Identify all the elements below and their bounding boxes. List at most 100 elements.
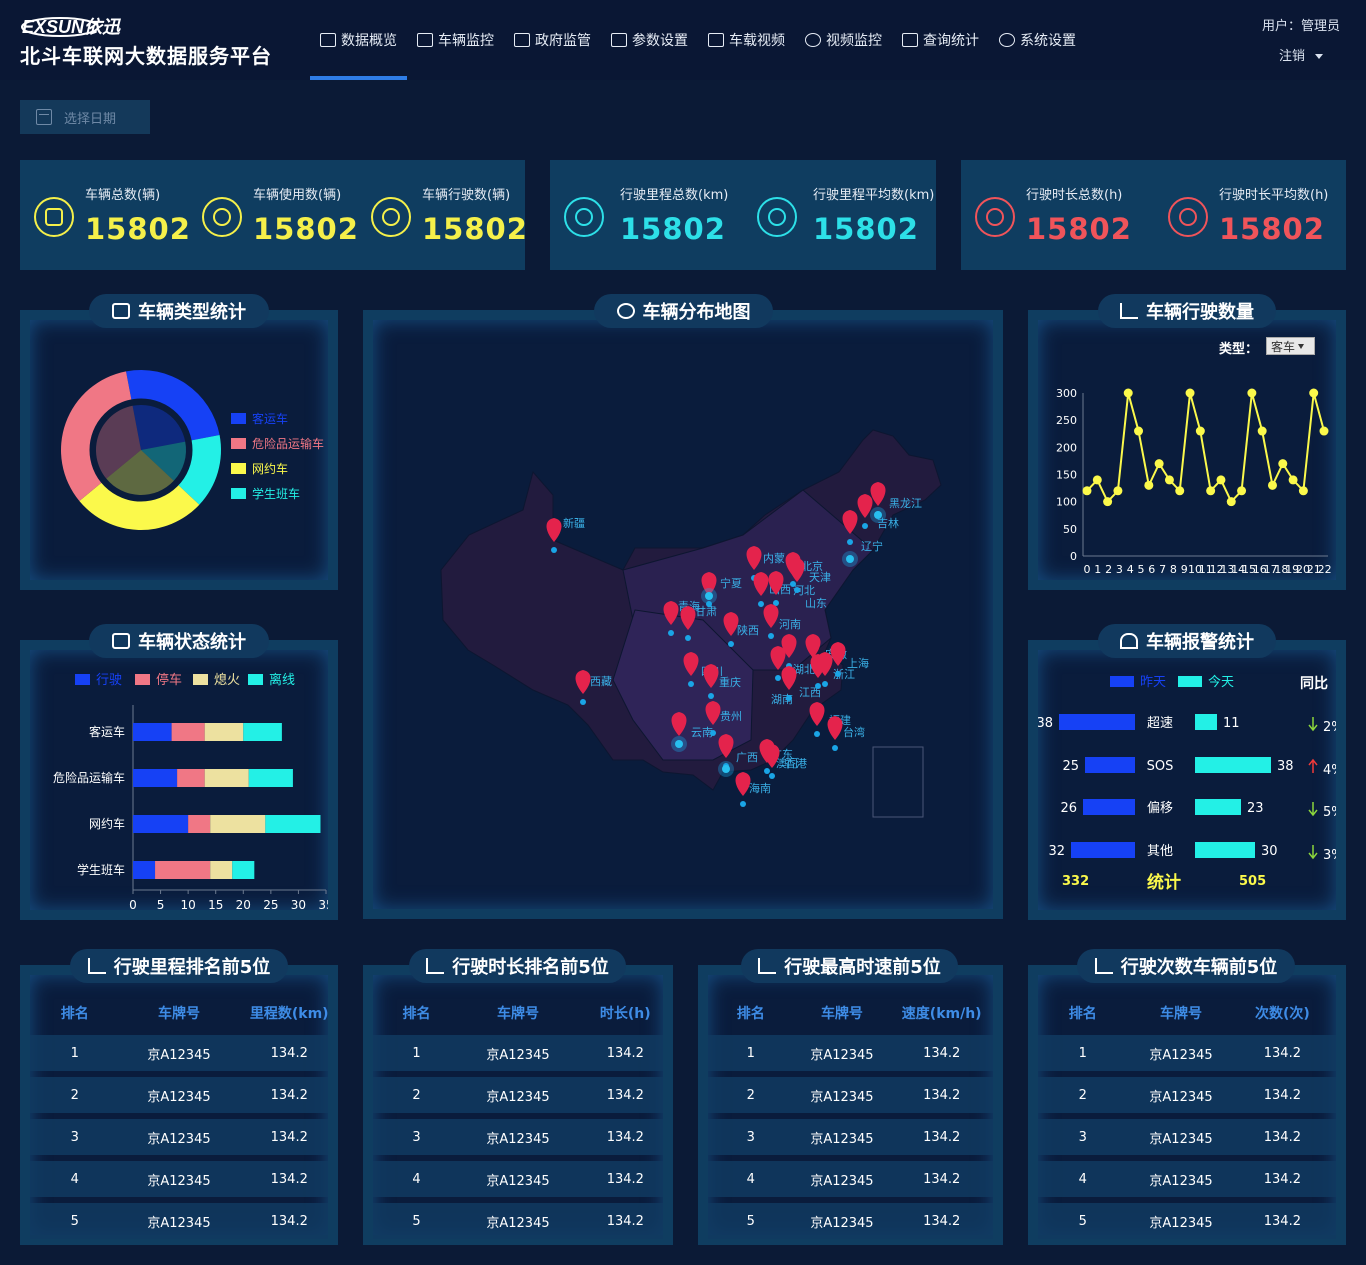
legend-label: 网约车	[252, 462, 289, 476]
stat-item: 行驶时长平均数(h) 15802	[961, 160, 1346, 270]
data-point	[1237, 486, 1247, 496]
table-row[interactable]: 3 京A12345 134.2	[1038, 1119, 1336, 1155]
user-label: 用户：管理员	[1262, 19, 1341, 34]
map-label: 上海	[847, 656, 869, 670]
bar-行驶	[133, 861, 156, 879]
table-row[interactable]: 1 京A12345 134.2	[1038, 1035, 1336, 1071]
table-row[interactable]: 3 京A12345 134.2	[30, 1119, 328, 1155]
stat-label: 行驶时长平均数(h)	[1219, 188, 1329, 203]
table-cell: 134.2	[270, 1045, 308, 1061]
table-row[interactable]: 1 京A12345 134.2	[30, 1035, 328, 1071]
y-tick-label: 100	[1056, 496, 1077, 509]
map-label: 黑龙江	[889, 497, 922, 510]
map-ripple-core	[675, 740, 683, 748]
legend-swatch	[193, 674, 208, 685]
south-sea-inset	[872, 746, 924, 818]
table-cell: 134.2	[606, 1045, 644, 1061]
x-tick-label: 8	[1170, 563, 1177, 576]
legend-label: 今天	[1208, 674, 1234, 690]
icon-glyph	[1179, 208, 1197, 226]
bar-熄火	[210, 861, 233, 879]
table-row[interactable]: 2 京A12345 134.2	[373, 1077, 663, 1113]
table-cell: 京A12345	[1149, 1173, 1213, 1189]
nav-item-4[interactable]: 车载视频	[698, 0, 795, 80]
map-dot	[580, 699, 586, 705]
calendar-icon	[36, 109, 52, 125]
total-label: 统计	[1147, 872, 1181, 893]
table-row[interactable]: 2 京A12345 134.2	[708, 1077, 993, 1113]
value-yesterday: 25	[1062, 759, 1079, 774]
y-tick-label: 300	[1056, 387, 1077, 400]
table-row[interactable]: 1 京A12345 134.2	[708, 1035, 993, 1071]
data-point	[1113, 486, 1123, 496]
table-row[interactable]: 3 京A12345 134.2	[708, 1119, 993, 1155]
table-row[interactable]: 5 京A12345 134.2	[1038, 1203, 1336, 1239]
column-header: 车牌号	[497, 1006, 539, 1022]
vehicle-status-bar-chart: 行驶 停车 熄火 离线 0 5 10 15 20 25 30 35 客运车危险品运输车网约车学生班车	[53, 672, 334, 912]
nav-item-2[interactable]: 政府监管	[504, 0, 601, 80]
table-row[interactable]: 1 京A12345 134.2	[373, 1035, 663, 1071]
bar-停车	[188, 815, 211, 833]
ranking-table: 排名 车牌号 里程数(km) 1 京A12345 134.2 2 京A12345 134.2 3 京…	[30, 995, 329, 1245]
table-row[interactable]: 3 京A12345 134.2	[373, 1119, 663, 1155]
table-row[interactable]: 4 京A12345 134.2	[1038, 1161, 1336, 1197]
icon-glyph	[768, 208, 786, 226]
legend-swatch	[75, 674, 90, 685]
nav-item-6[interactable]: 查询统计	[892, 0, 989, 80]
table-cell: 4	[1078, 1171, 1087, 1187]
nav-item-1[interactable]: 车辆监控	[407, 0, 504, 80]
table-row[interactable]: 4 京A12345 134.2	[373, 1161, 663, 1197]
table-cell: 京A12345	[147, 1131, 211, 1147]
map-dot	[740, 801, 746, 807]
alarm-type-label: 偏移	[1147, 801, 1173, 816]
table-row[interactable]: 5 京A12345 134.2	[30, 1203, 328, 1239]
series-line	[1086, 392, 1325, 504]
table-cell: 京A12345	[486, 1173, 550, 1189]
legend-item: 客运车	[231, 410, 324, 427]
yoy-value: 3%	[1323, 848, 1336, 863]
map-label: 重庆	[719, 675, 741, 689]
chevron-down-icon	[1298, 343, 1305, 349]
logout-dropdown[interactable]: 注销	[1279, 45, 1324, 64]
data-point	[1278, 459, 1288, 469]
value-today: 11	[1223, 716, 1240, 731]
x-tick-label: 9	[1181, 563, 1188, 576]
data-point	[1175, 486, 1185, 496]
bar-yesterday	[1059, 714, 1135, 730]
map-dot	[764, 768, 770, 774]
legend-label: 昨天	[1140, 675, 1166, 690]
x-tick-label: 4	[1127, 563, 1134, 576]
alarm-type-label: 超速	[1147, 716, 1173, 731]
nav-item-5[interactable]: 视频监控	[795, 0, 892, 80]
table-cell: 1	[1078, 1045, 1087, 1061]
table-row[interactable]: 4 京A12345 134.2	[708, 1161, 993, 1197]
arrow-down-icon	[1308, 717, 1318, 732]
legend-label: 客运车	[252, 412, 289, 426]
type-filter-select[interactable]: 客车	[1266, 337, 1315, 355]
table-cell: 134.2	[606, 1213, 644, 1229]
data-point	[1154, 459, 1164, 469]
map-ripple-core	[846, 555, 854, 563]
legend-label: 学生班车	[252, 487, 301, 501]
date-picker[interactable]: 选择日期	[20, 100, 150, 134]
table-row[interactable]: 5 京A12345 134.2	[373, 1203, 663, 1239]
nav-item-3[interactable]: 参数设置	[601, 0, 698, 80]
x-tick-label: 5	[157, 898, 165, 910]
map-pin-icon	[827, 716, 843, 740]
column-header: 车牌号	[158, 1006, 200, 1022]
table-row[interactable]: 4 京A12345 134.2	[30, 1161, 328, 1197]
table-row[interactable]: 5 京A12345 134.2	[708, 1203, 993, 1239]
logout-label: 注销	[1279, 49, 1306, 64]
map-label: 天津	[809, 571, 831, 584]
bar-离线	[248, 769, 293, 787]
ranking-title-text: 行驶时长排名前5位	[452, 957, 609, 978]
type-filter-value: 客车	[1271, 339, 1296, 354]
table-row[interactable]: 2 京A12345 134.2	[30, 1077, 328, 1113]
table-row[interactable]: 2 京A12345 134.2	[1038, 1077, 1336, 1113]
data-point	[1247, 388, 1257, 398]
legend-swatch	[1178, 676, 1202, 687]
scale-icon	[1168, 197, 1208, 237]
nav-item-7[interactable]: 系统设置	[989, 0, 1086, 80]
nav-item-0[interactable]: 数据概览	[310, 0, 407, 80]
map-label: 新疆	[563, 516, 585, 530]
